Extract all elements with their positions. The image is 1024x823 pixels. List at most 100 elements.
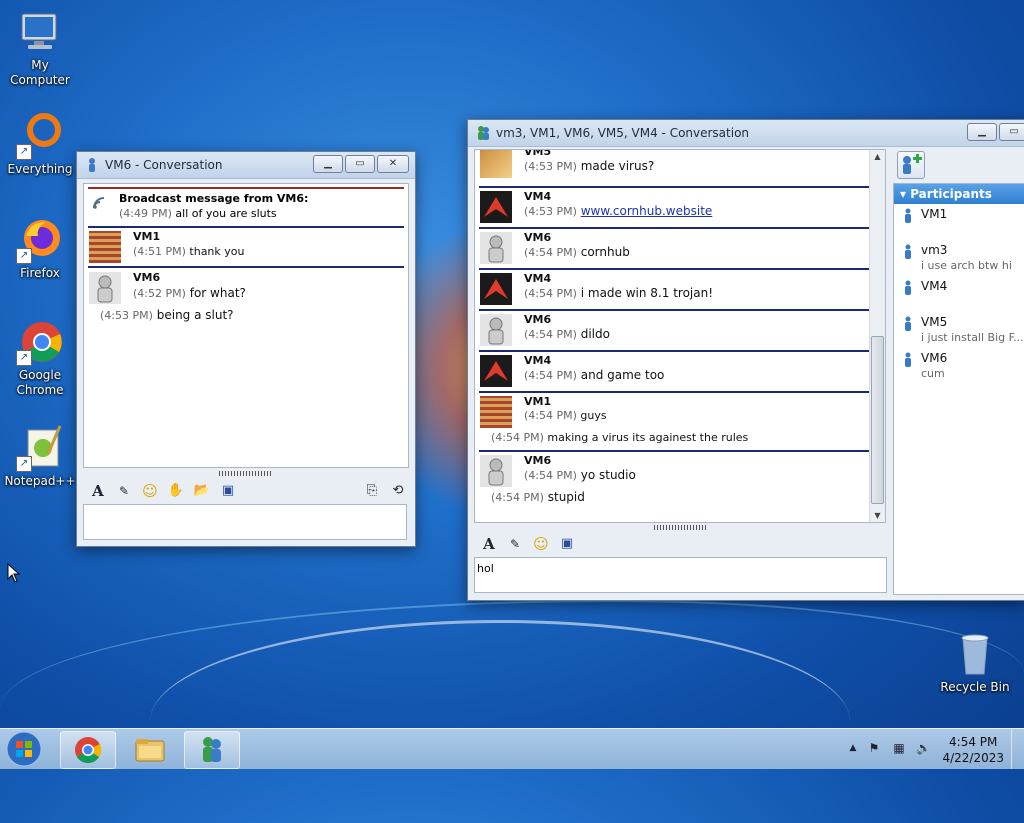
message-link[interactable]: www.cornhub.website (581, 204, 713, 218)
minimize-button[interactable]: ▁ (967, 123, 997, 141)
maximize-button[interactable]: ▭ (999, 123, 1024, 141)
message-time: (4:49 PM) (119, 207, 172, 220)
desktop-icon-label: Firefox (20, 266, 60, 280)
message-time: (4:53 PM) (524, 205, 577, 218)
taskbar-explorer-button[interactable] (122, 731, 178, 769)
participant-item[interactable]: VM4 (894, 276, 1024, 312)
taskbar-messenger-button[interactable] (184, 731, 240, 769)
broadcast-title: Broadcast message from VM6: (119, 192, 309, 205)
desktop-icon-my-computer[interactable]: My Computer (0, 8, 80, 88)
message-line: (4:49 PM) all of you are sluts (119, 207, 277, 220)
broadcast-separator (88, 187, 404, 189)
avatar (480, 150, 512, 178)
avatar (480, 191, 512, 223)
desktop-icon-everything[interactable]: ↗ Everything (0, 112, 80, 177)
message-block: VM6 (4:54 PM) dildo (475, 312, 885, 352)
show-desktop-button[interactable] (1011, 729, 1024, 769)
message-input[interactable] (83, 504, 407, 540)
close-button[interactable]: ✕ (377, 155, 409, 173)
shortcut-arrow-icon: ↗ (16, 456, 32, 472)
everything-search-icon: ↗ (16, 112, 64, 160)
history-icon[interactable]: ⟲ (389, 482, 407, 500)
network-icon[interactable]: ▦ (892, 741, 906, 755)
conversation-history[interactable]: Broadcast message from VM6: (4:49 PM) al… (83, 183, 409, 468)
participant-item[interactable]: VM1 (894, 204, 1024, 240)
message-line: (4:54 PM) yo studio (524, 468, 636, 482)
message-block: VM4 (4:54 PM) and game too (475, 353, 885, 393)
chrome-icon (75, 737, 102, 764)
participant-status: i just install Big F... (921, 331, 1024, 344)
clock-time: 4:54 PM (949, 735, 998, 749)
font-icon[interactable]: A (480, 535, 498, 553)
window-titlebar[interactable]: vm3, VM1, VM6, VM5, VM4 - Conversation ▁… (468, 120, 1024, 147)
avatar (480, 232, 512, 264)
message-block: VM1 (4:51 PM) thank you (84, 229, 408, 265)
windows-start-orb-icon (6, 731, 42, 767)
desktop-icon-google-chrome[interactable]: ↗ Google Chrome (0, 318, 80, 398)
messenger-user-icon (89, 158, 95, 172)
maximize-button[interactable]: ▭ (345, 155, 375, 173)
message-separator (479, 450, 881, 452)
participant-name: VM4 (921, 279, 948, 293)
send-file-icon[interactable]: 📂 (193, 482, 211, 500)
conversation-history[interactable]: VM5 (4:53 PM) made virus? VM4 (4:53 PM) … (474, 149, 886, 523)
shortcut-arrow-icon: ↗ (16, 350, 32, 366)
messenger-group-icon (478, 126, 489, 140)
scroll-up-arrow-icon[interactable]: ▲ (870, 152, 885, 161)
participants-header[interactable]: ▾ Participants (894, 184, 1024, 204)
desktop-icon-label: Google Chrome (16, 368, 64, 397)
paste-file-icon[interactable]: ⎘ (363, 482, 381, 500)
scroll-down-arrow-icon[interactable]: ▼ (870, 511, 885, 520)
minimize-button[interactable]: ▁ (313, 155, 343, 173)
text-style-icon[interactable]: ✎ (115, 482, 133, 500)
conversation-window-group[interactable]: vm3, VM1, VM6, VM5, VM4 - Conversation ▁… (467, 119, 1024, 601)
sender-name: VM4 (524, 190, 552, 203)
taskbar: ▲ ⚑ ▦ 🔈 4:54 PM 4/22/2023 (0, 728, 1024, 769)
sender-name: VM5 (524, 149, 552, 158)
font-icon[interactable]: A (89, 482, 107, 500)
sender-name: VM6 (524, 231, 552, 244)
message-text: for what? (189, 286, 246, 300)
firefox-icon: ↗ (16, 216, 64, 264)
text-style-icon[interactable]: ✎ (506, 535, 524, 553)
show-hidden-icons-arrow-icon[interactable]: ▲ (846, 741, 860, 755)
participant-name: VM1 (921, 207, 948, 221)
splitter-grip[interactable] (219, 471, 271, 476)
system-clock[interactable]: 4:54 PM 4/22/2023 (942, 734, 1004, 766)
message-separator (479, 186, 881, 188)
nudge-icon[interactable]: ✋ (167, 482, 185, 500)
save-icon[interactable]: ▣ (558, 535, 576, 553)
participant-item[interactable]: vm3 i use arch btw hi (894, 240, 1024, 276)
message-line: (4:54 PM) i made win 8.1 trojan! (524, 286, 713, 300)
scroll-thumb[interactable] (871, 336, 884, 504)
desktop-icon-firefox[interactable]: ↗ Firefox (0, 216, 80, 281)
recycle-bin-icon (951, 630, 999, 678)
desktop-icon-notepad-plus-plus[interactable]: ↗ Notepad++ (0, 424, 80, 489)
participant-item[interactable]: VM5 i just install Big F... (894, 312, 1024, 348)
message-block: VM4 (4:54 PM) i made win 8.1 trojan! (475, 271, 885, 311)
splitter-grip[interactable] (654, 525, 706, 530)
participant-item[interactable]: VM6 cum (894, 348, 1024, 384)
save-icon[interactable]: ▣ (219, 482, 237, 500)
message-text: and game too (580, 368, 665, 382)
desktop-icon-label: Notepad++ (4, 474, 76, 488)
message-input[interactable]: hol (474, 557, 887, 593)
message-block: VM1 (4:54 PM) guys (4:54 PM) making a vi… (475, 394, 885, 450)
volume-muted-icon[interactable]: 🔈 (916, 741, 931, 755)
message-block: VM5 (4:53 PM) made virus? (475, 149, 885, 184)
start-button[interactable] (4, 730, 44, 768)
sender-name: VM4 (524, 354, 552, 367)
taskbar-chrome-button[interactable] (60, 731, 116, 769)
participants-header-label: Participants (910, 187, 992, 201)
chat-scrollbar[interactable]: ▲ ▼ (869, 150, 885, 522)
add-participant-button[interactable] (897, 151, 925, 179)
desktop-icon-recycle-bin[interactable]: Recycle Bin (935, 630, 1015, 695)
action-center-flag-icon[interactable]: ⚑ (867, 741, 881, 755)
emoticon-icon[interactable]: ☺ (532, 535, 550, 553)
emoticon-icon[interactable]: ☺ (141, 482, 159, 500)
message-text: stupid (547, 490, 585, 504)
participant-name: VM6 (921, 351, 948, 365)
window-titlebar[interactable]: VM6 - Conversation ▁ ▭ ✕ (77, 152, 415, 179)
conversation-window-vm6[interactable]: VM6 - Conversation ▁ ▭ ✕ Broadcast messa… (76, 151, 416, 547)
message-text: being a slut? (156, 308, 234, 322)
